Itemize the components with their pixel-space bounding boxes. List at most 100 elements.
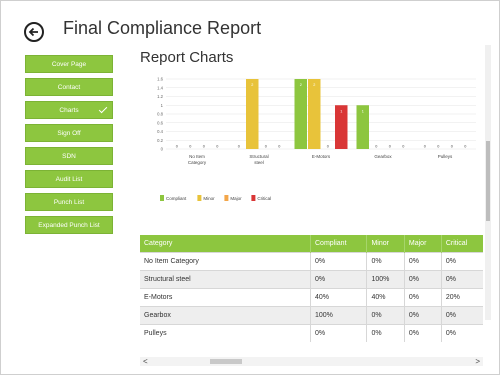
table-cell: 0% xyxy=(366,324,405,342)
legend-swatch xyxy=(197,195,202,201)
chart-bar xyxy=(294,79,307,149)
back-button[interactable] xyxy=(24,22,44,42)
table-cell: 0% xyxy=(403,306,442,325)
y-tick-label: 0.4 xyxy=(157,129,163,134)
column-header: Category xyxy=(140,235,311,253)
table-cell: E-Motors xyxy=(140,288,311,307)
data-label: 0 xyxy=(265,145,267,149)
column-header: Compliant xyxy=(309,235,367,253)
table-row[interactable]: Structural steel 0% 100% 0% 0% xyxy=(140,270,483,289)
section-title: Report Charts xyxy=(140,49,234,66)
data-label: 2 xyxy=(313,83,315,87)
main-content: Report Charts 1.6 1.4 1.2 1 0.8 0.6 0.4 0.2 0 0 0 0… xyxy=(132,45,493,371)
vertical-scrollbar[interactable] xyxy=(485,45,491,320)
table-row[interactable]: Gearbox 100% 0% 0% 0% xyxy=(140,306,483,325)
table-row[interactable]: Pulleys 0% 0% 0% 0% xyxy=(140,324,483,342)
table-row[interactable]: E-Motors 40% 40% 0% 20% xyxy=(140,288,483,307)
data-label: 0 xyxy=(464,145,466,149)
sidebar: Cover Page Contact Charts Sign Off SDN A… xyxy=(25,55,113,239)
table-cell: 40% xyxy=(309,288,367,307)
legend-label: Compliant xyxy=(166,196,187,201)
table-cell: 100% xyxy=(366,270,405,289)
y-tick-label: 1.6 xyxy=(157,77,163,82)
column-header: Minor xyxy=(366,235,405,253)
data-label: 0 xyxy=(375,145,377,149)
legend-swatch xyxy=(224,195,229,201)
horizontal-scrollbar[interactable]: < > xyxy=(140,357,483,366)
table-cell: Structural steel xyxy=(140,270,311,289)
y-tick-label: 0 xyxy=(161,147,164,152)
page-title: Final Compliance Report xyxy=(63,18,262,38)
data-label: 0 xyxy=(451,145,453,149)
data-label: 0 xyxy=(424,145,426,149)
column-header: Major xyxy=(403,235,442,253)
data-label: 0 xyxy=(176,145,178,149)
y-tick-label: 0.6 xyxy=(157,120,163,125)
sidebar-item-label: Contact xyxy=(57,83,81,91)
report-chart: 1.6 1.4 1.2 1 0.8 0.6 0.4 0.2 0 0 0 0 0 No Item Catego… xyxy=(146,75,486,253)
sidebar-item-label: Cover Page xyxy=(51,60,87,68)
scroll-right-icon[interactable]: > xyxy=(475,357,480,366)
table-cell: 0% xyxy=(309,270,367,289)
sidebar-item-sign-off[interactable]: Sign Off xyxy=(25,124,113,142)
x-tick-label: No Item xyxy=(189,154,205,159)
table-cell: 0% xyxy=(309,324,367,342)
x-tick-label: Pulleys xyxy=(438,154,453,159)
table-cell: 0% xyxy=(403,288,442,307)
table-cell: 0% xyxy=(403,324,442,342)
table-cell: 0% xyxy=(440,324,483,342)
chart-bar xyxy=(246,79,259,149)
data-label: 0 xyxy=(389,145,391,149)
data-label: 0 xyxy=(278,145,280,149)
sidebar-item-label: Punch List xyxy=(53,198,85,206)
table-cell: 0% xyxy=(366,252,405,271)
data-label: 0 xyxy=(238,145,240,149)
column-header: Critical xyxy=(440,235,483,253)
x-tick-label: Gearbox xyxy=(374,154,392,159)
sidebar-item-punch-list[interactable]: Punch List xyxy=(25,193,113,211)
data-label: 0 xyxy=(203,145,205,149)
scrollbar-thumb[interactable] xyxy=(486,141,490,221)
y-tick-label: 1.4 xyxy=(157,85,163,90)
sidebar-item-charts[interactable]: Charts xyxy=(25,101,113,119)
legend-swatch xyxy=(160,195,164,201)
table-cell: 40% xyxy=(366,288,405,307)
x-tick-label: E-Motors xyxy=(312,154,331,159)
data-label: 0 xyxy=(327,145,329,149)
y-tick-label: 0.8 xyxy=(157,112,163,117)
data-label: 1 xyxy=(340,109,342,113)
scrollbar-thumb[interactable] xyxy=(210,359,242,364)
table-cell: 0% xyxy=(440,270,483,289)
sidebar-item-cover-page[interactable]: Cover Page xyxy=(25,55,113,73)
table-cell: 100% xyxy=(309,306,367,325)
y-tick-label: 1 xyxy=(161,103,164,108)
sidebar-item-contact[interactable]: Contact xyxy=(25,78,113,96)
table-cell: 0% xyxy=(440,306,483,325)
table-cell: 0% xyxy=(403,252,442,271)
table-cell: Gearbox xyxy=(140,306,311,325)
data-label: 2 xyxy=(251,83,253,87)
data-label: 2 xyxy=(300,83,302,87)
table-cell: 0% xyxy=(366,306,405,325)
scroll-left-icon[interactable]: < xyxy=(143,357,148,366)
data-label: 1 xyxy=(362,109,364,113)
table-row[interactable]: No Item Category 0% 0% 0% 0% xyxy=(140,252,483,271)
data-label: 0 xyxy=(189,145,191,149)
table-cell: 20% xyxy=(440,288,483,307)
sidebar-item-label: Expanded Punch List xyxy=(38,221,100,229)
compliance-table: Category Compliant Minor Major Critical … xyxy=(140,235,483,342)
legend-label: Critical xyxy=(257,196,271,201)
x-tick-label: Structural xyxy=(249,154,268,159)
legend-label: Minor xyxy=(203,196,215,201)
data-label: 0 xyxy=(216,145,218,149)
y-tick-label: 1.2 xyxy=(157,94,163,99)
table-cell: 0% xyxy=(403,270,442,289)
x-tick-label: Category xyxy=(188,160,207,165)
chart-svg: 1.6 1.4 1.2 1 0.8 0.6 0.4 0.2 0 0 0 0 0 No ItemCatego… xyxy=(157,77,476,201)
sidebar-item-audit-list[interactable]: Audit List xyxy=(25,170,113,188)
sidebar-item-sdn[interactable]: SDN xyxy=(25,147,113,165)
arrow-left-icon xyxy=(28,27,38,37)
y-tick-label: 0.2 xyxy=(157,138,163,143)
sidebar-item-expanded-punch-list[interactable]: Expanded Punch List xyxy=(25,216,113,234)
legend-swatch xyxy=(251,195,256,201)
